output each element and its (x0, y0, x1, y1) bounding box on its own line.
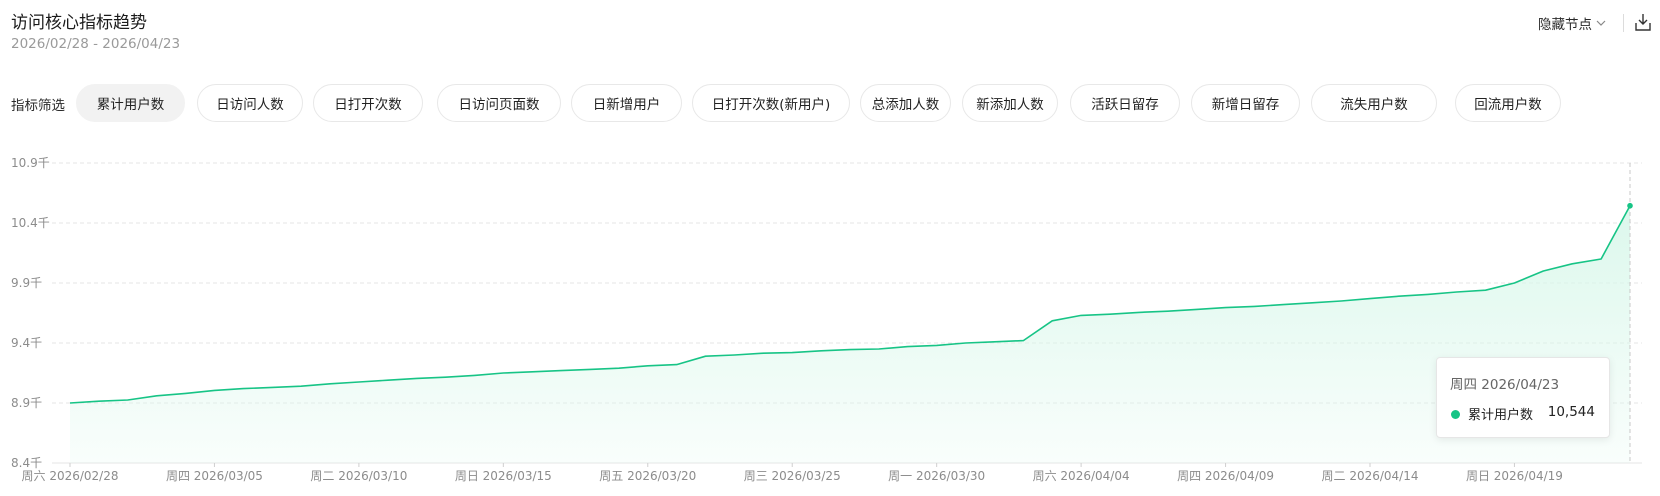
y-tick-label: 9.9千 (11, 276, 42, 290)
x-tick-label: 周四 2026/03/05 (166, 469, 263, 483)
x-tick-label: 周日 2026/03/15 (455, 469, 552, 483)
data-point (1627, 202, 1633, 209)
x-tick-label: 周四 2026/04/09 (1177, 469, 1274, 483)
x-tick-label: 周五 2026/03/20 (599, 469, 696, 483)
area-chart: 8.4千 8.9千 9.4千 9.9千 10.4千 10.9千周六 2026/02/28 周… (11, 156, 1642, 483)
series-dot-icon (1451, 410, 1460, 419)
x-tick-label: 周二 2026/04/14 (1322, 469, 1419, 483)
y-tick-label: 10.4千 (11, 216, 50, 230)
tooltip-date: 周四 2026/04/23 (1450, 377, 1560, 393)
tooltip-series-name: 累计用户数 (1468, 408, 1534, 423)
x-tick-label: 周三 2026/03/25 (744, 469, 841, 483)
x-tick-label: 周日 2026/04/19 (1466, 469, 1563, 483)
y-tick-label: 8.9千 (11, 396, 42, 410)
x-tick-label: 周六 2026/04/04 (1033, 469, 1130, 483)
y-tick-label: 9.4千 (11, 336, 42, 350)
y-tick-label: 8.4千 (11, 456, 42, 470)
x-tick-label: 周一 2026/03/30 (888, 469, 985, 483)
series-area (70, 205, 1630, 463)
x-tick-label: 周六 2026/02/28 (22, 469, 119, 483)
chart-tooltip: 周四 2026/04/23 累计用户数 10,544 (1436, 357, 1610, 438)
x-tick-label: 周二 2026/03/10 (310, 469, 407, 483)
y-tick-label: 10.9千 (11, 156, 50, 170)
tooltip-value: 10,544 (1547, 404, 1595, 420)
